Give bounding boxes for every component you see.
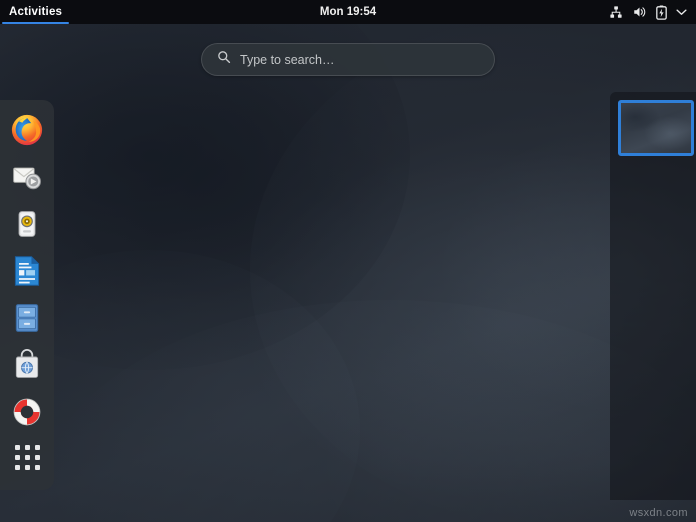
search-icon [217,50,231,69]
workspace-thumbnail-preview [621,103,691,153]
dash-item-evolution[interactable] [4,154,50,199]
chevron-down-icon[interactable] [676,8,687,16]
search-area: Type to search… [0,43,696,76]
dash-panel [0,100,54,490]
dash-item-libreoffice-writer[interactable] [4,248,50,293]
activities-button[interactable]: Activities [0,0,71,24]
dash-item-software[interactable] [4,342,50,387]
software-bag-icon [15,348,39,378]
lifebuoy-icon [13,398,41,425]
firefox-icon [11,114,43,145]
media-device-icon [18,210,36,237]
network-wired-icon[interactable] [609,5,623,19]
file-cabinet-icon [15,303,39,332]
dash-item-help[interactable] [4,389,50,434]
workspace-thumbnail-1[interactable] [618,100,694,156]
dash-item-media-player[interactable] [4,201,50,246]
dash-item-files[interactable] [4,295,50,340]
overview-dim-overlay [0,0,696,522]
dash-item-firefox[interactable] [4,107,50,152]
clock-label[interactable]: Mon 19:54 [320,6,376,18]
workspace-thumbnail-panel [610,92,696,500]
top-bar: Activities Mon 19:54 [0,0,696,24]
clock-area: Mon 19:54 [0,0,696,24]
watermark-label: wsxdn.com [629,507,688,519]
battery-charging-icon[interactable] [656,5,667,20]
mail-clock-icon [13,167,41,189]
activities-label: Activities [9,6,63,18]
show-applications-button[interactable] [4,435,50,480]
volume-icon[interactable] [632,5,647,19]
document-icon [14,255,40,286]
search-placeholder: Type to search… [240,52,335,67]
grid-icon [14,445,40,470]
search-input[interactable]: Type to search… [201,43,495,76]
status-menu-button[interactable] [604,0,692,24]
desktop-screen: Activities Mon 19:54 Type to search… wsx… [0,0,696,522]
